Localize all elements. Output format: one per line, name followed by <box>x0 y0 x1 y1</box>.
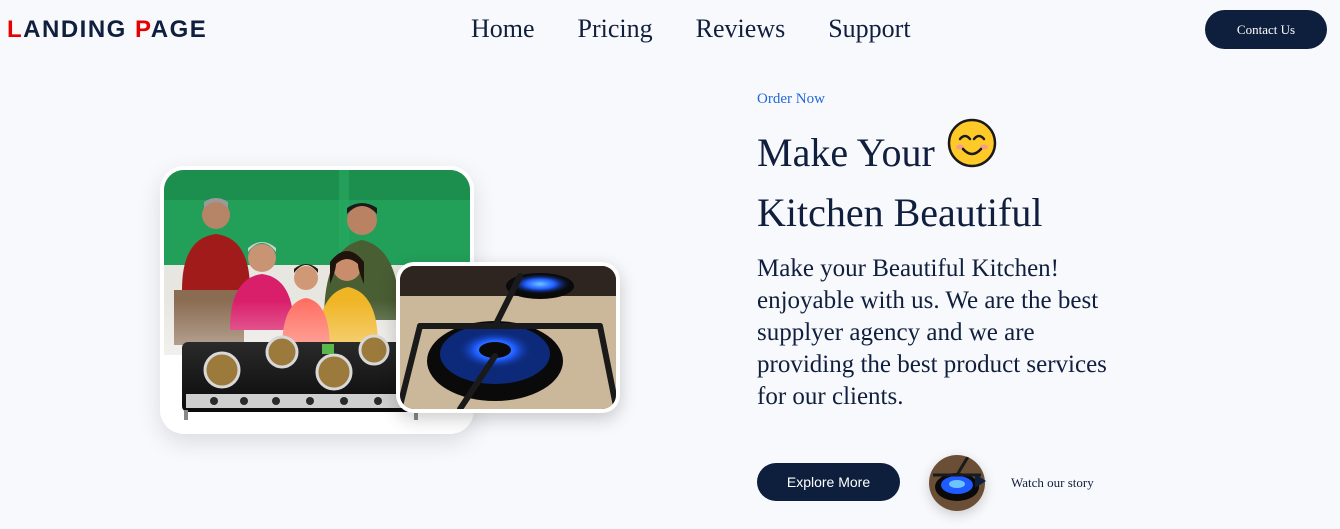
nav-support[interactable]: Support <box>828 14 910 44</box>
flame-photo <box>400 266 616 409</box>
logo[interactable]: LANDING PAGE <box>7 16 207 44</box>
hero-headline: Make Your Kitchen Beautiful <box>757 118 1177 242</box>
logo-initial-l: L <box>7 16 24 43</box>
nav-reviews[interactable]: Reviews <box>696 14 786 44</box>
order-now-label: Order Now <box>757 91 825 107</box>
logo-text-page: AGE <box>150 16 208 43</box>
hero-description: Make your Beautiful Kitchen! enjoyable w… <box>757 255 1107 410</box>
contact-us-button[interactable]: Contact Us <box>1205 10 1327 49</box>
watch-story-link[interactable]: Watch our story <box>1011 475 1094 491</box>
nav-pricing[interactable]: Pricing <box>578 14 653 44</box>
logo-text-landing: ANDING <box>23 16 136 43</box>
nav-home[interactable]: Home <box>471 14 535 44</box>
logo-initial-p: P <box>135 16 151 43</box>
headline-line-2: Kitchen Beautiful <box>757 189 1043 235</box>
smiling-face-icon <box>947 118 997 184</box>
headline-line-1: Make Your <box>757 130 935 175</box>
explore-more-button[interactable]: Explore More <box>757 463 900 501</box>
flame-photo-card <box>396 262 620 413</box>
play-icon[interactable] <box>975 474 986 488</box>
main-nav: Home Pricing Reviews Support <box>471 14 911 44</box>
